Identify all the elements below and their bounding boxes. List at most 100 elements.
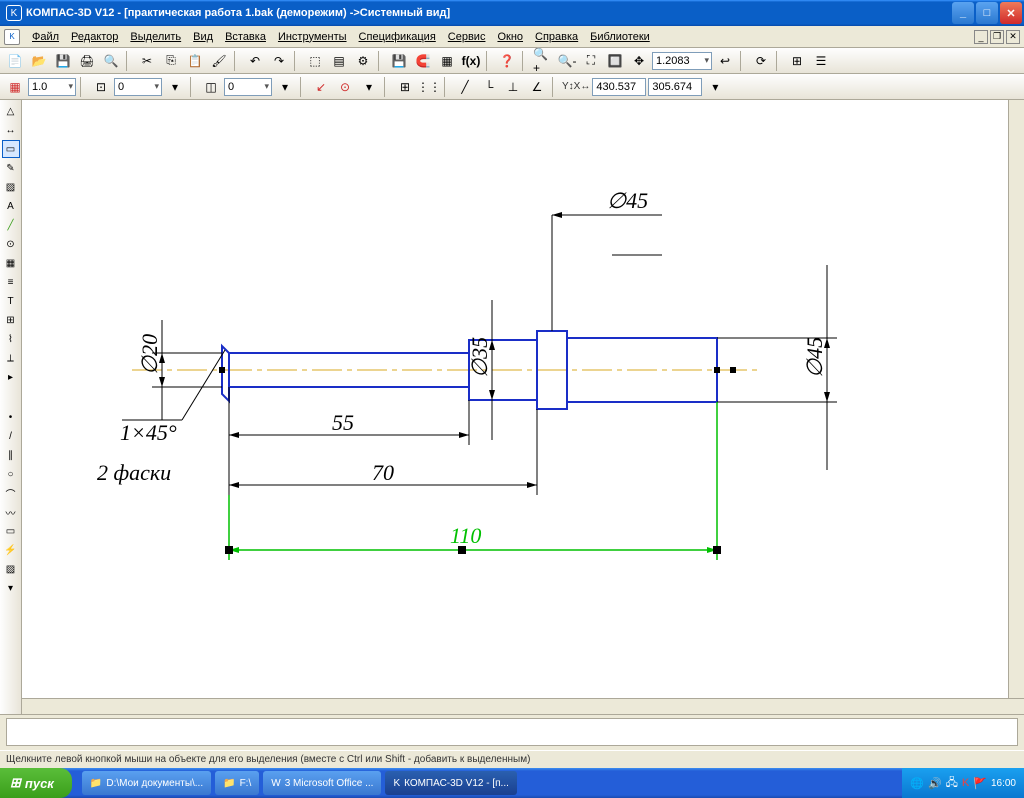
tray-lang-icon[interactable]: 🌐 [910, 777, 924, 790]
coord-x-input[interactable] [592, 78, 646, 96]
tool-geom-icon[interactable]: △ [2, 102, 20, 120]
mdi-minimize[interactable]: _ [974, 30, 988, 44]
tool-para-icon[interactable]: ∥ [2, 446, 20, 464]
open-button[interactable]: 📂 [28, 50, 50, 72]
tray-av-icon[interactable]: K [962, 777, 969, 789]
tool-dim-icon[interactable]: ↔ [2, 121, 20, 139]
tool-point-icon[interactable]: • [2, 408, 20, 426]
layer-dropdown[interactable]: 0 [224, 78, 272, 96]
tool-b-button[interactable]: ▤ [328, 50, 350, 72]
properties-button[interactable]: ⚙ [352, 50, 374, 72]
redo-button[interactable]: ↷ [268, 50, 290, 72]
scrollbar-vertical[interactable] [1008, 100, 1024, 698]
snap-config-button[interactable]: ▾ [358, 76, 380, 98]
menu-edit[interactable]: Редактор [65, 29, 124, 45]
tool-arrow-icon[interactable]: ▸ [2, 368, 20, 386]
tool-measure-icon[interactable]: ⟂ [2, 349, 20, 367]
coord-config-button[interactable]: ▾ [704, 76, 726, 98]
snap-point-button[interactable]: ↙ [310, 76, 332, 98]
tool-hatch-icon[interactable]: ▨ [2, 178, 20, 196]
tool-fill-icon[interactable]: ▨ [2, 560, 20, 578]
tool-seg-icon[interactable]: / [2, 427, 20, 445]
snap-mid-button[interactable]: ⊙ [334, 76, 356, 98]
tool-edit-icon[interactable]: ✎ [2, 159, 20, 177]
tray-net-icon[interactable]: 🖧 [946, 774, 958, 793]
system-tray[interactable]: 🌐 🔊 🖧 K 🚩 16:00 [902, 768, 1024, 798]
zoom-window-button[interactable]: 🔲 [604, 50, 626, 72]
minimize-button[interactable]: _ [952, 2, 974, 24]
ortho-button[interactable]: ⊞ [394, 76, 416, 98]
new-button[interactable]: 📄 [4, 50, 26, 72]
taskbar-item-1[interactable]: 📁F:\ [215, 771, 259, 795]
menu-tools[interactable]: Инструменты [272, 29, 353, 45]
zoom-value[interactable]: 1.2083 [652, 52, 712, 70]
taskbar-item-2[interactable]: W3 Microsoft Office ... [263, 771, 381, 795]
menu-spec[interactable]: Спецификация [353, 29, 442, 45]
tool-table-icon[interactable]: ▦ [2, 254, 20, 272]
tool-grid-icon[interactable]: ⊞ [2, 311, 20, 329]
step-config-button[interactable]: ▾ [164, 76, 186, 98]
menu-insert[interactable]: Вставка [219, 29, 272, 45]
menu-help[interactable]: Справка [529, 29, 584, 45]
grid-snap-button[interactable]: ⋮⋮ [418, 76, 440, 98]
zoom-out-button[interactable]: 🔍- [556, 50, 578, 72]
undo-button[interactable]: ↶ [244, 50, 266, 72]
tool-constr-icon[interactable]: ⊙ [2, 235, 20, 253]
tool-circle-icon[interactable]: ○ [2, 465, 20, 483]
menu-libs[interactable]: Библиотеки [584, 29, 656, 45]
scale-dropdown[interactable]: 1.0 [28, 78, 76, 96]
layer-icon[interactable]: ◫ [200, 76, 222, 98]
tray-clock[interactable]: 16:00 [991, 778, 1016, 789]
paste-button[interactable]: 📋 [184, 50, 206, 72]
menu-view[interactable]: Вид [187, 29, 219, 45]
scrollbar-horizontal[interactable] [22, 698, 1024, 714]
refresh-button[interactable]: ⟳ [750, 50, 772, 72]
print-button[interactable]: 🖨 [76, 50, 98, 72]
zoom-in-button[interactable]: 🔍+ [532, 50, 554, 72]
save2-button[interactable]: 💾 [388, 50, 410, 72]
start-button[interactable]: ⊞пуск [0, 768, 72, 798]
property-box[interactable] [6, 718, 1018, 746]
perp-button[interactable]: ⊥ [502, 76, 524, 98]
tool-select-icon[interactable]: ▭ [2, 140, 20, 158]
help-button[interactable]: ❓ [496, 50, 518, 72]
tool-flash-icon[interactable]: ⚡ [2, 541, 20, 559]
coord-y-input[interactable] [648, 78, 702, 96]
fx-button[interactable]: f(x) [460, 50, 482, 72]
table-button[interactable]: ▦ [436, 50, 458, 72]
angle-button[interactable]: ∠ [526, 76, 548, 98]
magnet-button[interactable]: 🧲 [412, 50, 434, 72]
mdi-restore[interactable]: ❐ [990, 30, 1004, 44]
tool-t-icon[interactable]: T [2, 292, 20, 310]
drawing-canvas[interactable]: ∅45 ∅20 ∅35 [22, 100, 1008, 698]
tool-line-icon[interactable]: ╱ [2, 216, 20, 234]
tool-rect-icon[interactable]: ▭ [2, 522, 20, 540]
zoom-prev-button[interactable]: ↩ [714, 50, 736, 72]
tray-vol-icon[interactable]: 🔊 [928, 777, 942, 790]
step-icon[interactable]: ⊡ [90, 76, 112, 98]
tool-spec-icon[interactable]: ≡ [2, 273, 20, 291]
tool-curve-icon[interactable]: ⌇ [2, 330, 20, 348]
menu-select[interactable]: Выделить [124, 29, 187, 45]
tool-arc-icon[interactable]: ⌒ [2, 484, 20, 502]
ucs-button[interactable]: └ [478, 76, 500, 98]
zoom-fit-button[interactable]: ⛶ [580, 50, 602, 72]
menu-service[interactable]: Сервис [442, 29, 492, 45]
grid-button[interactable]: ▦ [4, 76, 26, 98]
tray-flag-icon[interactable]: 🚩 [973, 777, 987, 790]
maximize-button[interactable]: □ [976, 2, 998, 24]
copy-button[interactable]: ⎘ [160, 50, 182, 72]
step-dropdown[interactable]: 0 [114, 78, 162, 96]
cut-button[interactable]: ✂ [136, 50, 158, 72]
save-button[interactable]: 💾 [52, 50, 74, 72]
window-new-button[interactable]: ⊞ [786, 50, 808, 72]
copyprops-button[interactable]: 🖌 [208, 50, 230, 72]
tool-spline-icon[interactable]: 〰 [2, 503, 20, 521]
taskbar-item-0[interactable]: 📁D:\Мои документы\... [82, 771, 211, 795]
close-button[interactable]: ✕ [1000, 2, 1022, 24]
taskbar-item-3[interactable]: KКОМПАС-3D V12 - [п... [385, 771, 516, 795]
line-style-button[interactable]: ╱ [454, 76, 476, 98]
preview-button[interactable]: 🔍 [100, 50, 122, 72]
layer-config-button[interactable]: ▾ [274, 76, 296, 98]
tool-chevron-down-icon[interactable]: ▾ [2, 579, 20, 597]
